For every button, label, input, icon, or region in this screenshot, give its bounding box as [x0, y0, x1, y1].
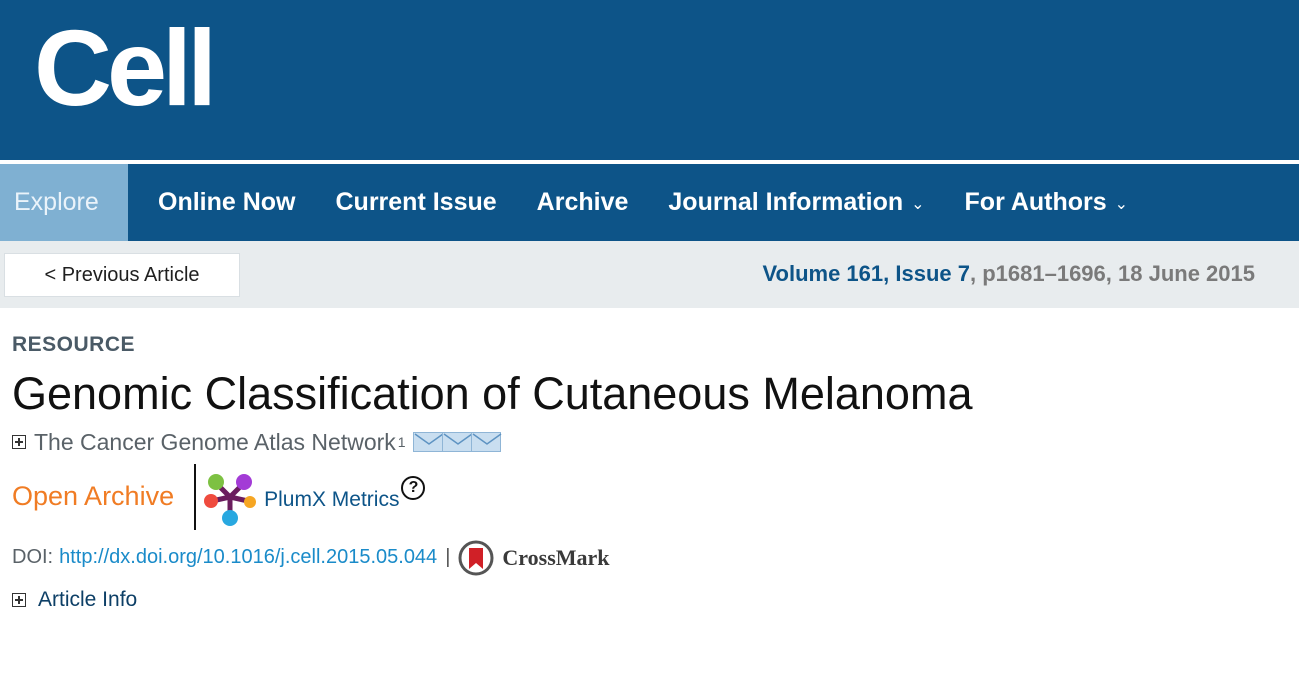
- nav-online-now-label: Online Now: [158, 188, 296, 216]
- doi-link[interactable]: http://dx.doi.org/10.1016/j.cell.2015.05…: [59, 546, 437, 569]
- chevron-down-icon: ⌄: [911, 195, 925, 213]
- author-line: The Cancer Genome Atlas Network 1: [12, 429, 1287, 456]
- author-email-group: [412, 432, 502, 452]
- nav-for-authors[interactable]: For Authors ⌄: [945, 164, 1149, 241]
- mail-icon[interactable]: [470, 432, 502, 452]
- issue-comma: ,: [883, 261, 890, 286]
- plumx-metrics-label: PlumX Metrics: [264, 487, 400, 511]
- nav-journal-information-label: Journal Information: [668, 188, 904, 216]
- mail-icon[interactable]: [412, 432, 444, 452]
- cell-logo[interactable]: Cell: [34, 14, 217, 122]
- nav-current-issue-label: Current Issue: [335, 188, 497, 216]
- badge-divider: [194, 463, 197, 530]
- nav-for-authors-label: For Authors: [964, 188, 1107, 216]
- article-nav-bar: < Previous Article Volume 161, Issue 7, …: [0, 241, 1299, 308]
- nav-current-issue[interactable]: Current Issue: [316, 164, 517, 241]
- badge-row: Open Archive PlumX Metrics ?: [12, 463, 1287, 530]
- nav-online-now[interactable]: Online Now: [128, 164, 316, 241]
- issue-citation: Volume 161, Issue 7, p1681–1696, 18 June…: [762, 261, 1255, 287]
- mail-icon[interactable]: [441, 432, 473, 452]
- article-info-label: Article Info: [38, 587, 138, 611]
- crossmark-label: CrossMark: [502, 544, 610, 570]
- issue-link[interactable]: Issue 7: [895, 261, 970, 286]
- crossmark-icon: [458, 540, 494, 575]
- nav-explore[interactable]: Explore: [0, 164, 128, 241]
- author-name[interactable]: The Cancer Genome Atlas Network: [34, 429, 396, 456]
- doi-prefix: DOI:: [12, 546, 54, 568]
- help-icon[interactable]: ?: [401, 475, 426, 500]
- pages-date: , p1681–1696, 18 June 2015: [970, 261, 1255, 286]
- volume-link[interactable]: Volume 161: [762, 261, 883, 286]
- chevron-down-icon: ⌄: [1114, 195, 1129, 213]
- article-type: RESOURCE: [12, 333, 136, 356]
- author-affiliation-sup: 1: [397, 434, 406, 450]
- open-archive-label: Open Archive: [12, 481, 175, 511]
- nav-archive-label: Archive: [536, 188, 629, 216]
- crossmark-link[interactable]: CrossMark: [458, 540, 610, 576]
- nav-explore-label: Explore: [14, 188, 99, 216]
- masthead: Cell: [0, 0, 1299, 160]
- previous-article-button[interactable]: < Previous Article: [4, 253, 240, 297]
- plus-box-icon: [12, 592, 26, 607]
- nav-journal-information[interactable]: Journal Information ⌄: [648, 164, 944, 241]
- nav-archive[interactable]: Archive: [517, 164, 649, 241]
- article-header: RESOURCE Genomic Classification of Cutan…: [0, 333, 1299, 612]
- article-title: Genomic Classification of Cutaneous Mela…: [12, 368, 973, 419]
- plus-box-icon[interactable]: [12, 435, 26, 449]
- article-info-toggle[interactable]: Article Info: [12, 588, 1287, 612]
- doi-separator: |: [445, 546, 451, 568]
- plumx-icon: [204, 473, 257, 526]
- doi-row: DOI: http://dx.doi.org/10.1016/j.cell.20…: [12, 538, 1287, 578]
- main-nav: Explore Online Now Current Issue Archive…: [0, 164, 1299, 241]
- plumx-metrics-link[interactable]: PlumX Metrics: [202, 467, 399, 527]
